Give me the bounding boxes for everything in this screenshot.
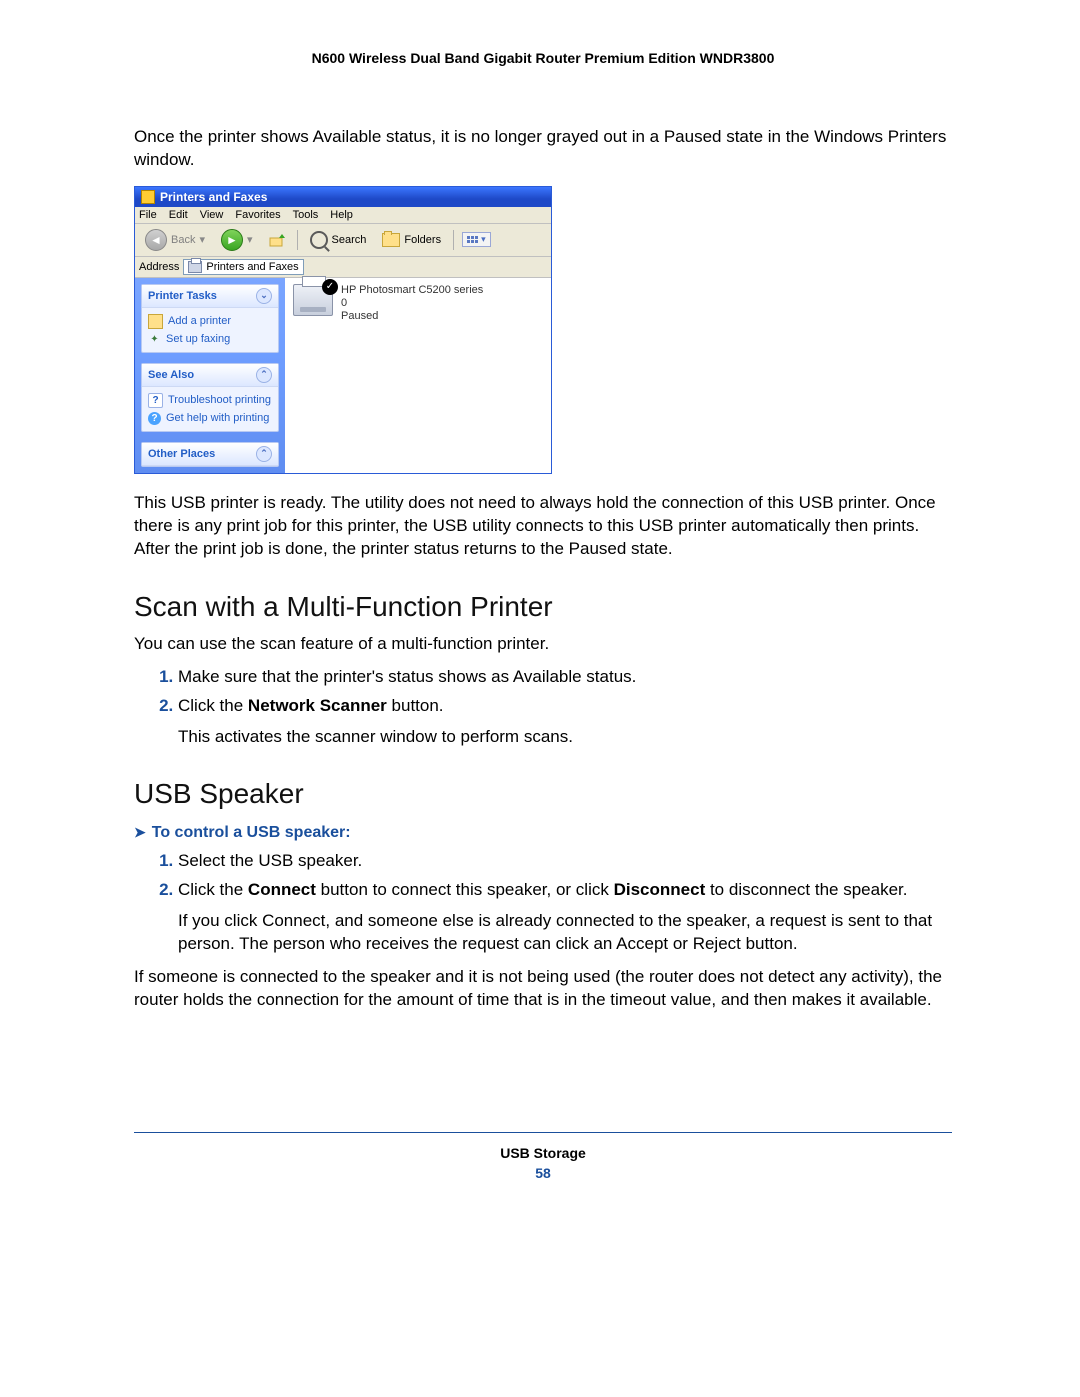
help-icon: ? bbox=[148, 412, 161, 425]
add-printer-icon bbox=[148, 314, 163, 329]
window-titlebar[interactable]: Printers and Faxes bbox=[135, 187, 551, 207]
toolbar: ◄ Back ▾ ► ▾ Search Folders bbox=[135, 224, 551, 257]
step-sub: If you click Connect, and someone else i… bbox=[178, 910, 952, 956]
step-text: Click the bbox=[178, 880, 248, 899]
printers-faxes-window: Printers and Faxes File Edit View Favori… bbox=[134, 186, 552, 474]
link-troubleshoot[interactable]: ? Troubleshoot printing bbox=[148, 391, 272, 410]
other-places-panel: Other Places ⌃ bbox=[141, 442, 279, 467]
task-setup-faxing[interactable]: ✦ Set up faxing bbox=[148, 331, 272, 348]
task-label: Set up faxing bbox=[166, 333, 230, 345]
step-text: to disconnect the speaker. bbox=[705, 880, 907, 899]
printer-tasks-panel: Printer Tasks ⌄ Add a printer ✦ Set up f… bbox=[141, 284, 279, 353]
menu-bar: File Edit View Favorites Tools Help bbox=[135, 207, 551, 224]
task-pane: Printer Tasks ⌄ Add a printer ✦ Set up f… bbox=[135, 278, 285, 473]
chevron-down-icon: ▾ bbox=[247, 233, 253, 246]
separator bbox=[453, 230, 454, 250]
printer-status: Paused bbox=[341, 310, 483, 323]
paragraph-intro: Once the printer shows Available status,… bbox=[134, 126, 952, 172]
printer-item[interactable]: ✓ HP Photosmart C5200 series 0 Paused bbox=[293, 284, 543, 324]
footer-rule bbox=[134, 1132, 952, 1133]
step-text: button to connect this speaker, or click bbox=[316, 880, 614, 899]
menu-file[interactable]: File bbox=[139, 209, 157, 221]
collapse-icon[interactable]: ⌃ bbox=[256, 367, 272, 383]
search-button[interactable]: Search bbox=[306, 229, 371, 251]
back-label: Back bbox=[171, 234, 195, 246]
link-label: Get help with printing bbox=[166, 412, 269, 424]
collapse-icon[interactable]: ⌃ bbox=[256, 446, 272, 462]
task-heading: ➤ To control a USB speaker: bbox=[134, 824, 952, 842]
step-1: Select the USB speaker. bbox=[178, 850, 952, 873]
usb-after: If someone is connected to the speaker a… bbox=[134, 966, 952, 1012]
forward-icon: ► bbox=[221, 229, 243, 251]
collapse-icon[interactable]: ⌄ bbox=[256, 288, 272, 304]
chevron-down-icon: ▾ bbox=[481, 234, 486, 245]
panel-header[interactable]: Other Places ⌃ bbox=[142, 443, 278, 466]
see-also-panel: See Also ⌃ ? Troubleshoot printing ? Get… bbox=[141, 363, 279, 432]
heading-usb-speaker: USB Speaker bbox=[134, 778, 952, 810]
printer-docs: 0 bbox=[341, 297, 483, 310]
views-icon bbox=[467, 236, 478, 243]
menu-edit[interactable]: Edit bbox=[169, 209, 188, 221]
menu-view[interactable]: View bbox=[200, 209, 224, 221]
up-button[interactable] bbox=[265, 230, 289, 250]
footer-page-number: 58 bbox=[134, 1165, 952, 1181]
window-title: Printers and Faxes bbox=[160, 190, 267, 204]
window-icon bbox=[141, 190, 155, 204]
search-label: Search bbox=[332, 234, 367, 246]
step-text: Click the bbox=[178, 696, 248, 715]
panel-title: See Also bbox=[148, 369, 194, 381]
usb-steps: Select the USB speaker. Click the Connec… bbox=[134, 850, 952, 956]
folders-label: Folders bbox=[404, 234, 441, 246]
forward-button[interactable]: ► ▾ bbox=[217, 227, 257, 253]
disconnect-label: Disconnect bbox=[614, 880, 706, 899]
panel-header[interactable]: Printer Tasks ⌄ bbox=[142, 285, 278, 308]
printer-icon: ✓ bbox=[293, 284, 333, 316]
task-add-printer[interactable]: Add a printer bbox=[148, 312, 272, 331]
chevron-right-icon: ➤ bbox=[134, 824, 146, 841]
step-2: Click the Network Scanner button. This a… bbox=[178, 695, 952, 749]
menu-tools[interactable]: Tools bbox=[293, 209, 319, 221]
separator bbox=[297, 230, 298, 250]
step-sub: This activates the scanner window to per… bbox=[178, 726, 952, 749]
menu-help[interactable]: Help bbox=[330, 209, 353, 221]
address-bar: Address Printers and Faxes bbox=[135, 257, 551, 278]
folders-button[interactable]: Folders bbox=[378, 231, 445, 249]
step-2: Click the Connect button to connect this… bbox=[178, 879, 952, 956]
step-1: Make sure that the printer's status show… bbox=[178, 666, 952, 689]
printer-name: HP Photosmart C5200 series bbox=[341, 284, 483, 297]
menu-favorites[interactable]: Favorites bbox=[235, 209, 280, 221]
fax-icon: ✦ bbox=[148, 333, 161, 346]
network-scanner-label: Network Scanner bbox=[248, 696, 387, 715]
scan-intro: You can use the scan feature of a multi-… bbox=[134, 633, 952, 656]
up-folder-icon bbox=[269, 232, 285, 248]
folder-icon bbox=[382, 233, 400, 247]
default-check-icon: ✓ bbox=[322, 279, 338, 295]
connect-label: Connect bbox=[248, 880, 316, 899]
views-button[interactable]: ▾ bbox=[462, 232, 491, 247]
panel-title: Other Places bbox=[148, 448, 215, 460]
search-icon bbox=[310, 231, 328, 249]
task-label: Add a printer bbox=[168, 315, 231, 327]
back-button[interactable]: ◄ Back ▾ bbox=[141, 227, 209, 253]
address-label: Address bbox=[139, 261, 179, 273]
task-title: To control a USB speaker: bbox=[152, 824, 351, 841]
link-get-help[interactable]: ? Get help with printing bbox=[148, 410, 272, 427]
help-icon: ? bbox=[148, 393, 163, 408]
chevron-down-icon: ▾ bbox=[199, 233, 205, 246]
heading-scan: Scan with a Multi-Function Printer bbox=[134, 591, 952, 623]
step-text: button. bbox=[387, 696, 444, 715]
paragraph-ready: This USB printer is ready. The utility d… bbox=[134, 492, 952, 561]
panel-title: Printer Tasks bbox=[148, 290, 217, 302]
printer-list: ✓ HP Photosmart C5200 series 0 Paused bbox=[285, 278, 551, 473]
address-value: Printers and Faxes bbox=[206, 261, 298, 273]
panel-header[interactable]: See Also ⌃ bbox=[142, 364, 278, 387]
link-label: Troubleshoot printing bbox=[168, 394, 271, 406]
address-field[interactable]: Printers and Faxes bbox=[183, 259, 303, 275]
scan-steps: Make sure that the printer's status show… bbox=[134, 666, 952, 749]
printers-icon bbox=[188, 261, 202, 273]
back-icon: ◄ bbox=[145, 229, 167, 251]
document-header: N600 Wireless Dual Band Gigabit Router P… bbox=[134, 50, 952, 66]
footer-section: USB Storage bbox=[134, 1145, 952, 1161]
